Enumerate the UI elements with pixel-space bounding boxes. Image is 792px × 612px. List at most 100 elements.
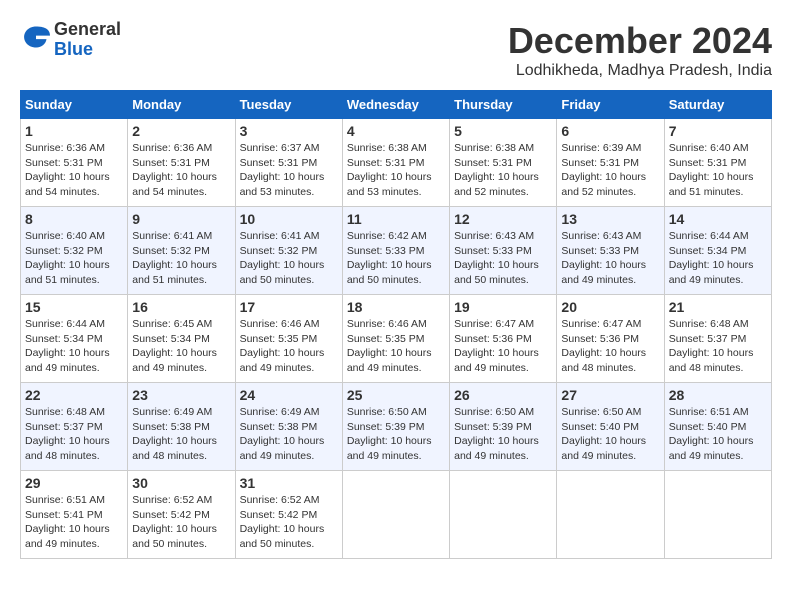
day-number: 12: [454, 211, 552, 227]
calendar-cell: [557, 471, 664, 559]
calendar-cell: 23Sunrise: 6:49 AMSunset: 5:38 PMDayligh…: [128, 383, 235, 471]
day-info: Sunrise: 6:51 AMSunset: 5:40 PMDaylight:…: [669, 405, 767, 464]
calendar-cell: 30 Sunrise: 6:52 AMSunset: 5:42 PMDayligh…: [128, 471, 235, 559]
calendar-cell: 31Sunrise: 6:52 AMSunset: 5:42 PMDayligh…: [235, 471, 342, 559]
day-number: 8: [25, 211, 123, 227]
day-number: 24: [240, 387, 338, 403]
day-info: Sunrise: 6:52 AMSunset: 5:42 PMDaylight:…: [240, 493, 338, 552]
calendar-cell: 9 Sunrise: 6:41 AMSunset: 5:32 PMDaylight…: [128, 207, 235, 295]
day-info: Sunrise: 6:52 AMSunset: 5:42 PMDaylight:…: [132, 493, 230, 552]
day-info: Sunrise: 6:45 AMSunset: 5:34 PMDaylight:…: [132, 317, 230, 376]
calendar-cell: 13 Sunrise: 6:43 AMSunset: 5:33 PMDayligh…: [557, 207, 664, 295]
logo-blue-text: Blue: [54, 39, 93, 59]
day-info: Sunrise: 6:42 AMSunset: 5:33 PMDaylight:…: [347, 229, 445, 288]
calendar-week-3: 15 Sunrise: 6:44 AMSunset: 5:34 PMDayligh…: [21, 295, 772, 383]
day-number: 7: [669, 123, 767, 139]
calendar-cell: 16 Sunrise: 6:45 AMSunset: 5:34 PMDayligh…: [128, 295, 235, 383]
calendar-cell: 1 Sunrise: 6:36 AMSunset: 5:31 PMDaylight…: [21, 119, 128, 207]
calendar-cell: 18 Sunrise: 6:46 AMSunset: 5:35 PMDayligh…: [342, 295, 449, 383]
day-number: 15: [25, 299, 123, 315]
calendar-cell: 3Sunrise: 6:37 AMSunset: 5:31 PMDaylight…: [235, 119, 342, 207]
day-info: Sunrise: 6:46 AMSunset: 5:35 PMDaylight:…: [347, 317, 445, 376]
calendar-cell: 25 Sunrise: 6:50 AMSunset: 5:39 PMDayligh…: [342, 383, 449, 471]
calendar-title: December 2024: [508, 20, 772, 62]
calendar-cell: 10 Sunrise: 6:41 AMSunset: 5:32 PMDayligh…: [235, 207, 342, 295]
day-info: Sunrise: 6:36 AMSunset: 5:31 PMDaylight:…: [25, 141, 123, 200]
calendar-cell: 7 Sunrise: 6:40 AMSunset: 5:31 PMDaylight…: [664, 119, 771, 207]
header-wednesday: Wednesday: [342, 91, 449, 119]
day-number: 18: [347, 299, 445, 315]
day-number: 19: [454, 299, 552, 315]
day-number: 13: [561, 211, 659, 227]
header-saturday: Saturday: [664, 91, 771, 119]
calendar-cell: 19Sunrise: 6:47 AMSunset: 5:36 PMDayligh…: [450, 295, 557, 383]
logo-general-text: General: [54, 19, 121, 39]
title-block: December 2024 Lodhikheda, Madhya Pradesh…: [508, 20, 772, 80]
calendar-header-row: SundayMondayTuesdayWednesdayThursdayFrid…: [21, 91, 772, 119]
page-header: General Blue December 2024 Lodhikheda, M…: [20, 20, 772, 80]
day-info: Sunrise: 6:36 AMSunset: 5:31 PMDaylight:…: [132, 141, 230, 200]
day-info: Sunrise: 6:44 AMSunset: 5:34 PMDaylight:…: [669, 229, 767, 288]
day-info: Sunrise: 6:38 AMSunset: 5:31 PMDaylight:…: [347, 141, 445, 200]
day-number: 5: [454, 123, 552, 139]
day-number: 11: [347, 211, 445, 227]
logo: General Blue: [20, 20, 121, 60]
day-info: Sunrise: 6:41 AMSunset: 5:32 PMDaylight:…: [132, 229, 230, 288]
day-number: 16: [132, 299, 230, 315]
day-info: Sunrise: 6:48 AMSunset: 5:37 PMDaylight:…: [25, 405, 123, 464]
header-monday: Monday: [128, 91, 235, 119]
calendar-week-5: 29 Sunrise: 6:51 AMSunset: 5:41 PMDayligh…: [21, 471, 772, 559]
day-info: Sunrise: 6:48 AMSunset: 5:37 PMDaylight:…: [669, 317, 767, 376]
calendar-cell: 8Sunrise: 6:40 AMSunset: 5:32 PMDaylight…: [21, 207, 128, 295]
calendar-week-4: 22 Sunrise: 6:48 AMSunset: 5:37 PMDayligh…: [21, 383, 772, 471]
day-number: 10: [240, 211, 338, 227]
day-number: 23: [132, 387, 230, 403]
day-info: Sunrise: 6:49 AMSunset: 5:38 PMDaylight:…: [240, 405, 338, 464]
calendar-cell: 6Sunrise: 6:39 AMSunset: 5:31 PMDaylight…: [557, 119, 664, 207]
day-number: 3: [240, 123, 338, 139]
day-number: 20: [561, 299, 659, 315]
day-number: 29: [25, 475, 123, 491]
day-info: Sunrise: 6:43 AMSunset: 5:33 PMDaylight:…: [454, 229, 552, 288]
day-info: Sunrise: 6:39 AMSunset: 5:31 PMDaylight:…: [561, 141, 659, 200]
day-number: 27: [561, 387, 659, 403]
calendar-cell: 12 Sunrise: 6:43 AMSunset: 5:33 PMDayligh…: [450, 207, 557, 295]
day-info: Sunrise: 6:50 AMSunset: 5:39 PMDaylight:…: [347, 405, 445, 464]
logo-icon: [22, 23, 50, 51]
day-number: 2: [132, 123, 230, 139]
header-sunday: Sunday: [21, 91, 128, 119]
calendar-cell: [342, 471, 449, 559]
calendar-cell: 11 Sunrise: 6:42 AMSunset: 5:33 PMDayligh…: [342, 207, 449, 295]
day-info: Sunrise: 6:44 AMSunset: 5:34 PMDaylight:…: [25, 317, 123, 376]
day-number: 28: [669, 387, 767, 403]
calendar-cell: 4Sunrise: 6:38 AMSunset: 5:31 PMDaylight…: [342, 119, 449, 207]
day-number: 17: [240, 299, 338, 315]
header-tuesday: Tuesday: [235, 91, 342, 119]
calendar-cell: 15 Sunrise: 6:44 AMSunset: 5:34 PMDayligh…: [21, 295, 128, 383]
day-info: Sunrise: 6:51 AMSunset: 5:41 PMDaylight:…: [25, 493, 123, 552]
day-number: 30: [132, 475, 230, 491]
day-number: 21: [669, 299, 767, 315]
day-number: 9: [132, 211, 230, 227]
day-info: Sunrise: 6:47 AMSunset: 5:36 PMDaylight:…: [561, 317, 659, 376]
day-info: Sunrise: 6:43 AMSunset: 5:33 PMDaylight:…: [561, 229, 659, 288]
calendar-cell: 5 Sunrise: 6:38 AMSunset: 5:31 PMDaylight…: [450, 119, 557, 207]
day-info: Sunrise: 6:46 AMSunset: 5:35 PMDaylight:…: [240, 317, 338, 376]
day-info: Sunrise: 6:41 AMSunset: 5:32 PMDaylight:…: [240, 229, 338, 288]
calendar-cell: 24 Sunrise: 6:49 AMSunset: 5:38 PMDayligh…: [235, 383, 342, 471]
day-number: 1: [25, 123, 123, 139]
calendar-cell: 29 Sunrise: 6:51 AMSunset: 5:41 PMDayligh…: [21, 471, 128, 559]
calendar-cell: [450, 471, 557, 559]
calendar-cell: 28 Sunrise: 6:51 AMSunset: 5:40 PMDayligh…: [664, 383, 771, 471]
calendar-cell: 20 Sunrise: 6:47 AMSunset: 5:36 PMDayligh…: [557, 295, 664, 383]
calendar-table: SundayMondayTuesdayWednesdayThursdayFrid…: [20, 90, 772, 559]
calendar-body: 1 Sunrise: 6:36 AMSunset: 5:31 PMDaylight…: [21, 119, 772, 559]
day-number: 22: [25, 387, 123, 403]
calendar-subtitle: Lodhikheda, Madhya Pradesh, India: [508, 62, 772, 80]
day-info: Sunrise: 6:40 AMSunset: 5:31 PMDaylight:…: [669, 141, 767, 200]
calendar-cell: 17 Sunrise: 6:46 AMSunset: 5:35 PMDayligh…: [235, 295, 342, 383]
day-number: 25: [347, 387, 445, 403]
header-thursday: Thursday: [450, 91, 557, 119]
header-friday: Friday: [557, 91, 664, 119]
day-info: Sunrise: 6:38 AMSunset: 5:31 PMDaylight:…: [454, 141, 552, 200]
